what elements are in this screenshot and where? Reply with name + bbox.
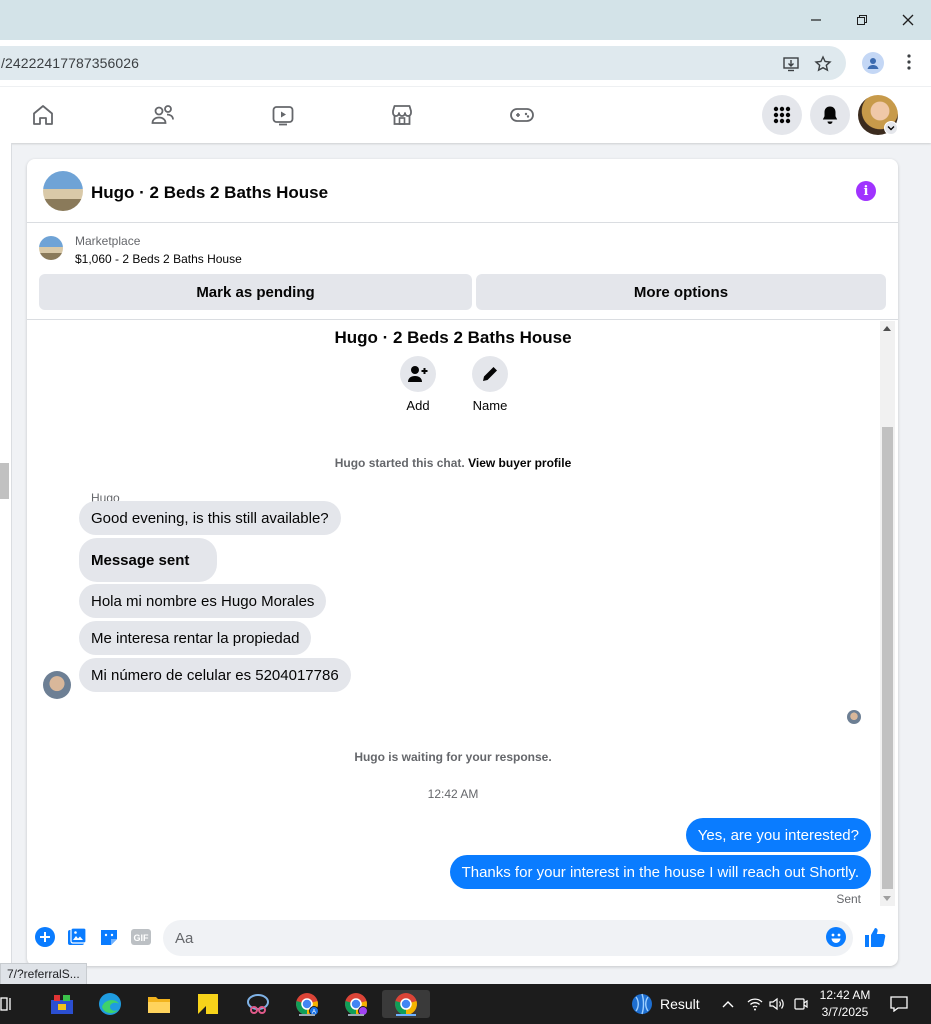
watch-icon[interactable] [269,101,297,129]
facebook-nav [0,87,931,143]
scrollbar-thumb[interactable] [882,427,893,889]
profile-icon[interactable] [862,52,884,74]
marketplace-icon[interactable] [388,101,416,129]
snipping-tool-icon[interactable] [238,990,278,1018]
scroll-up-arrow-icon[interactable] [883,326,891,331]
thread-scrollbar[interactable] [880,321,895,906]
add-people-button[interactable]: Add [388,356,448,413]
chat-started-text: Hugo started this chat. [334,456,465,470]
chat-started-notice: Hugo started this chat. View buyer profi… [27,456,879,470]
file-explorer-icon[interactable] [139,990,179,1018]
thumbs-up-icon[interactable] [864,926,886,948]
weather-widget-label[interactable]: Result [660,996,700,1012]
chat-window: Hugo · 2 Beds 2 Baths House i Marketplac… [27,159,898,966]
status-bar-link: 7/?referralS... [0,963,87,985]
sender-avatar[interactable] [43,671,71,699]
chrome-active-icon[interactable] [382,990,430,1018]
volume-icon[interactable] [766,990,788,1018]
sticky-notes-icon[interactable] [188,990,228,1018]
gaming-icon[interactable] [508,101,536,129]
edge-browser-icon[interactable] [90,990,130,1018]
address-bar[interactable]: /24222417787356026 [0,46,846,80]
meet-now-icon[interactable] [790,990,812,1018]
listing-thumbnail[interactable] [39,236,63,260]
message-input[interactable]: Aa [163,920,853,956]
install-app-icon[interactable] [781,54,801,74]
clock-time: 12:42 AM [819,988,871,1002]
view-buyer-profile-link[interactable]: View buyer profile [468,456,571,470]
notifications-bell-icon[interactable] [810,95,850,135]
background-page-edge [0,143,12,963]
friends-icon[interactable] [149,101,177,129]
incoming-message[interactable]: Message sent [79,538,218,582]
chevron-down-icon[interactable] [884,121,898,135]
message-composer: GIF Aa [27,916,898,960]
plus-circle-icon[interactable] [34,926,56,948]
waiting-notice: Hugo is waiting for your response. [354,750,552,764]
listing-avatar[interactable] [43,171,83,211]
more-options-button[interactable]: More options [476,274,886,310]
active-indicator [396,1014,416,1016]
chat-header-title[interactable]: Hugo · 2 Beds 2 Baths House [91,183,328,203]
notification-center-icon[interactable] [883,990,915,1018]
chrome-profile-b-icon[interactable] [336,990,376,1018]
cricket-ball-icon[interactable] [622,990,662,1018]
browser-titlebar [0,0,931,40]
marketplace-listing-bar: Marketplace $1,060 - 2 Beds 2 Baths Hous… [27,224,898,320]
outgoing-message[interactable]: Thanks for your interest in the house I … [449,855,871,889]
mark-as-pending-button[interactable]: Mark as pending [39,274,472,310]
incoming-message[interactable]: Mi número de celular es 5204017786 [79,658,351,692]
game-app-icon[interactable] [42,990,82,1018]
listing-title[interactable]: $1,060 - 2 Beds 2 Baths House [75,252,242,266]
background-scrollbar[interactable] [0,463,9,499]
url-text[interactable]: /24222417787356026 [1,55,139,71]
restore-icon[interactable] [839,4,885,36]
running-indicator [299,1014,315,1016]
incoming-message[interactable]: Good evening, is this still available? [79,501,341,535]
chevron-up-icon[interactable] [712,990,744,1018]
close-icon[interactable] [885,4,931,36]
scroll-down-arrow-icon[interactable] [883,896,891,901]
message-timestamp: 12:42 AM [427,787,479,801]
windows-taskbar: A Result 12:42 AM 3/7/2025 [0,984,931,1024]
menu-grid-icon[interactable] [762,95,802,135]
menu-dots-icon[interactable] [899,52,919,72]
info-icon[interactable]: i [856,181,876,201]
marketplace-label: Marketplace [75,234,141,248]
add-label: Add [406,398,430,413]
message-thread: Hugo · 2 Beds 2 Baths House Add Name Hug… [27,321,898,906]
home-icon[interactable] [29,101,57,129]
clock-date: 3/7/2025 [821,1005,869,1019]
name-chat-button[interactable]: Name [460,356,520,413]
photo-icon[interactable] [66,926,88,948]
minimize-icon[interactable] [793,4,839,36]
bookmark-star-icon[interactable] [813,54,833,74]
address-bar-row: /24222417787356026 [0,40,931,86]
sent-status: Sent [836,892,861,906]
incoming-message[interactable]: Hola mi nombre es Hugo Morales [79,584,327,618]
system-clock[interactable]: 12:42 AM 3/7/2025 [810,987,880,1021]
gif-icon[interactable]: GIF [130,926,152,948]
task-view-icon[interactable] [0,990,22,1018]
wifi-icon[interactable] [744,990,766,1018]
outgoing-message[interactable]: Yes, are you interested? [685,818,871,852]
sticker-icon[interactable] [98,926,120,948]
running-indicator [348,1014,364,1016]
incoming-message[interactable]: Me interesa rentar la propiedad [79,621,312,655]
name-label: Name [472,398,508,413]
svg-text:GIF: GIF [134,933,150,943]
add-person-icon [400,356,436,392]
emoji-icon[interactable] [825,926,847,948]
pencil-icon [472,356,508,392]
seen-indicator-avatar [847,710,861,724]
thread-title: Hugo · 2 Beds 2 Baths House [334,328,572,347]
chat-header: Hugo · 2 Beds 2 Baths House i [27,159,898,223]
chrome-profile-a-icon[interactable]: A [287,990,327,1018]
